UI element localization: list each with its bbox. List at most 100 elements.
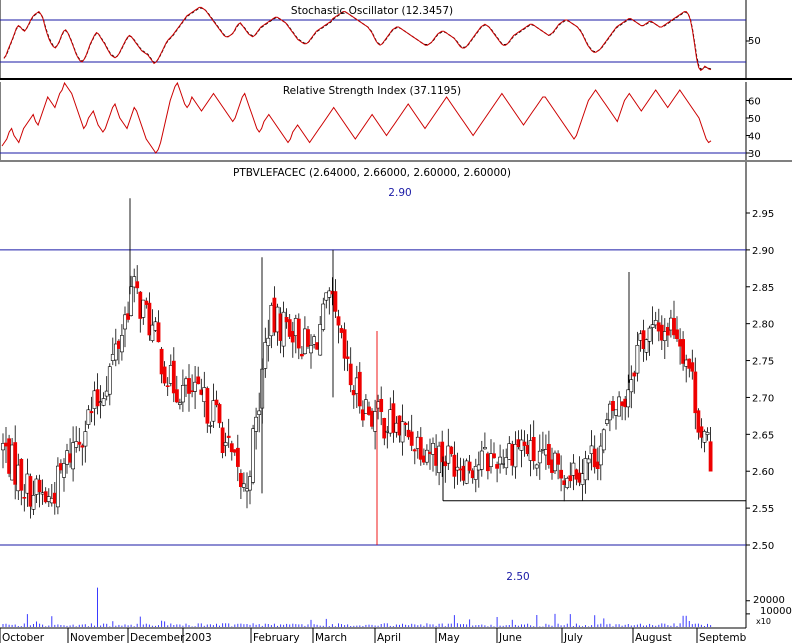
candle-body <box>31 494 36 510</box>
price-tick-label: 2.95 <box>752 209 774 220</box>
candle-body <box>363 399 368 414</box>
candle-body <box>546 443 551 465</box>
candle-body <box>431 442 435 455</box>
candle-body <box>626 389 631 408</box>
candle-body <box>348 363 353 386</box>
month-axis: October November December 2003 February March… <box>0 627 747 643</box>
candle-body <box>171 360 176 394</box>
candle-body <box>290 330 295 343</box>
candle-body <box>351 389 356 396</box>
volume-multiplier: x10 <box>756 617 771 626</box>
candle-body <box>74 441 79 448</box>
candle-body <box>28 476 33 507</box>
candle-body <box>19 458 24 491</box>
candle-body <box>632 372 637 377</box>
candle-body <box>681 339 686 364</box>
candle-body <box>80 445 85 448</box>
rsi-tick-label: 60 <box>748 97 761 108</box>
candle-body <box>583 458 588 481</box>
rsi-tick-label: 50 <box>748 114 761 125</box>
candle-body <box>586 458 591 464</box>
volume-tick-20000: 20000 <box>753 595 785 606</box>
candle-body <box>306 329 310 347</box>
candle-body <box>309 344 313 354</box>
candle-body <box>342 329 347 359</box>
candle-body <box>617 396 622 417</box>
month-label: February <box>253 632 300 643</box>
candle-body <box>644 339 649 353</box>
candle-body <box>193 381 198 392</box>
candle-body <box>382 417 387 439</box>
month-label: November <box>70 632 125 643</box>
candle-body <box>620 401 625 406</box>
candle-body <box>315 342 320 350</box>
candle-body <box>263 342 268 369</box>
candle-body <box>214 399 219 406</box>
candle-body <box>299 353 304 357</box>
candle-body <box>58 463 63 471</box>
candle-body <box>449 446 454 455</box>
candle-body <box>52 492 57 504</box>
candle-body <box>675 329 679 339</box>
candle-body <box>40 492 45 495</box>
candle-body <box>266 337 271 346</box>
candle-body <box>156 322 161 343</box>
lower-price-annotation: 2.50 <box>506 571 529 583</box>
candle-body <box>577 472 582 483</box>
candle-body <box>461 465 466 481</box>
candle-body <box>629 379 634 393</box>
candle-body <box>373 411 378 432</box>
candle-body <box>403 422 408 426</box>
candle-body <box>89 411 94 414</box>
candle-body <box>495 464 500 469</box>
candle-body <box>537 450 542 464</box>
rsi-title: Relative Strength Index (37.1195) <box>283 85 461 97</box>
candle-body <box>150 324 155 341</box>
candle-body <box>321 303 326 330</box>
candle-body <box>257 410 262 415</box>
candle-body <box>208 425 213 427</box>
candle-body <box>83 431 88 447</box>
price-title: PTBVLEFACEC (2.64000, 2.66000, 2.60000, … <box>233 167 511 179</box>
candle-body <box>16 464 21 492</box>
month-label: April <box>377 632 401 643</box>
candle-body <box>693 371 698 414</box>
candle-body <box>120 335 124 353</box>
candle-body <box>46 496 51 502</box>
month-label: October <box>2 632 45 643</box>
candle-body <box>516 439 521 448</box>
month-label: Septemb <box>699 632 747 643</box>
candle-body <box>223 442 228 446</box>
rsi-tick-label: 40 <box>748 132 761 143</box>
candle-body <box>181 384 185 403</box>
candle-body <box>101 398 106 406</box>
candle-body <box>357 371 362 407</box>
candle-body <box>388 409 393 434</box>
price-tick-label: 2.90 <box>752 246 774 257</box>
candle-body <box>141 299 146 318</box>
month-label: July <box>563 632 583 643</box>
candle-body <box>595 461 600 469</box>
rsi-tick-label: 30 <box>748 149 761 160</box>
candle-body <box>10 444 15 481</box>
volume-tick-10000: 10000 <box>760 606 792 617</box>
candle-body <box>162 366 167 384</box>
candle-body <box>333 291 338 312</box>
candle-body <box>531 436 536 462</box>
candle-body <box>424 449 429 463</box>
volume-panel <box>2 587 750 627</box>
candle-body <box>467 461 472 471</box>
candle-body <box>556 453 561 465</box>
candle-body <box>175 389 179 403</box>
price-tick-label: 2.80 <box>752 320 774 331</box>
candle-body <box>479 450 484 470</box>
candle-body <box>95 389 100 407</box>
candle-body <box>406 429 411 438</box>
candle-body <box>528 440 533 461</box>
candle-body <box>452 454 457 477</box>
candle-body <box>22 496 27 499</box>
candle-body <box>226 435 231 438</box>
candle-body <box>690 362 695 372</box>
candle-body <box>607 403 612 421</box>
candle-body <box>522 441 527 446</box>
